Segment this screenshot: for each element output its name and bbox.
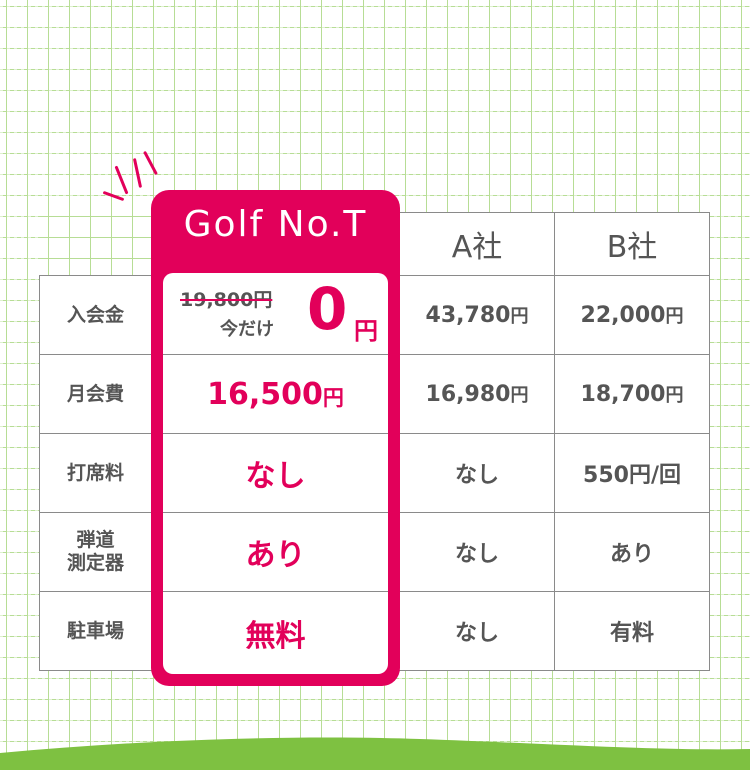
- a-entry-fee: 43,780 円: [400, 276, 554, 354]
- row-label-monthly-fee: 月会費: [66, 382, 124, 405]
- spark-accent: [143, 150, 158, 176]
- golf-monthly-fee: 16,500 円: [163, 355, 388, 433]
- a-monthly-fee: 16,980 円: [400, 355, 554, 433]
- a-bay-fee: なし: [454, 463, 499, 488]
- a-launch-monitor: なし: [454, 542, 499, 567]
- golf-launch-monitor: あり: [245, 538, 306, 573]
- limited-time-note: 今だけ: [220, 319, 274, 340]
- value-number: 16,980: [425, 381, 511, 407]
- spark-accent: [102, 190, 125, 202]
- row-label-bay-fee: 打席料: [66, 461, 124, 484]
- old-entry-price: 19,800円: [180, 289, 273, 311]
- b-launch-monitor: あり: [609, 542, 654, 567]
- b-bay-fee: 550円/回: [583, 463, 681, 488]
- golf-bay-fee: なし: [245, 459, 306, 494]
- spark-accent: [132, 158, 143, 188]
- value-number: 43,780: [425, 302, 511, 328]
- col-divider: [709, 212, 710, 671]
- ground-wave: [0, 737, 750, 770]
- spark-accent: [114, 165, 129, 195]
- row-label-entry-fee: 入会金: [66, 303, 124, 326]
- a-parking: なし: [454, 621, 499, 646]
- golf-parking: 無料: [245, 619, 306, 654]
- golf-no-t-highlight-column: Golf No.T 19,800円 今だけ 0 円 16,500 円 なし あり …: [151, 190, 400, 686]
- b-entry-fee: 22,000 円: [555, 276, 709, 354]
- value-number: 16,500: [207, 376, 323, 412]
- value-unit: 円: [510, 306, 529, 327]
- value-unit: 円: [510, 385, 529, 406]
- label-header-blank: [38, 211, 152, 275]
- row-label-line: 測定器: [66, 552, 124, 574]
- header-company-a: A社: [451, 230, 503, 265]
- b-parking: 有料: [609, 621, 654, 646]
- golf-entry-fee: 19,800円 今だけ 0 円: [163, 273, 388, 352]
- row-label-launch-monitor: 弾道 測定器: [40, 513, 151, 591]
- brand-name: Golf No.T: [183, 204, 368, 245]
- value-unit: 円: [665, 306, 684, 327]
- row-label-line: 弾道: [76, 529, 115, 551]
- value-number: 18,700: [580, 381, 666, 407]
- entry-price-now: 0: [307, 275, 348, 343]
- golf-no-t-values: 19,800円 今だけ 0 円 16,500 円 なし あり 無料: [163, 273, 388, 674]
- value-unit: 円: [665, 385, 684, 406]
- header-company-b: B社: [606, 230, 658, 265]
- b-monthly-fee: 18,700 円: [555, 355, 709, 433]
- value-unit: 円: [322, 386, 344, 410]
- value-number: 22,000: [580, 302, 666, 328]
- entry-price-unit: 円: [354, 317, 378, 345]
- row-label-parking: 駐車場: [66, 619, 124, 642]
